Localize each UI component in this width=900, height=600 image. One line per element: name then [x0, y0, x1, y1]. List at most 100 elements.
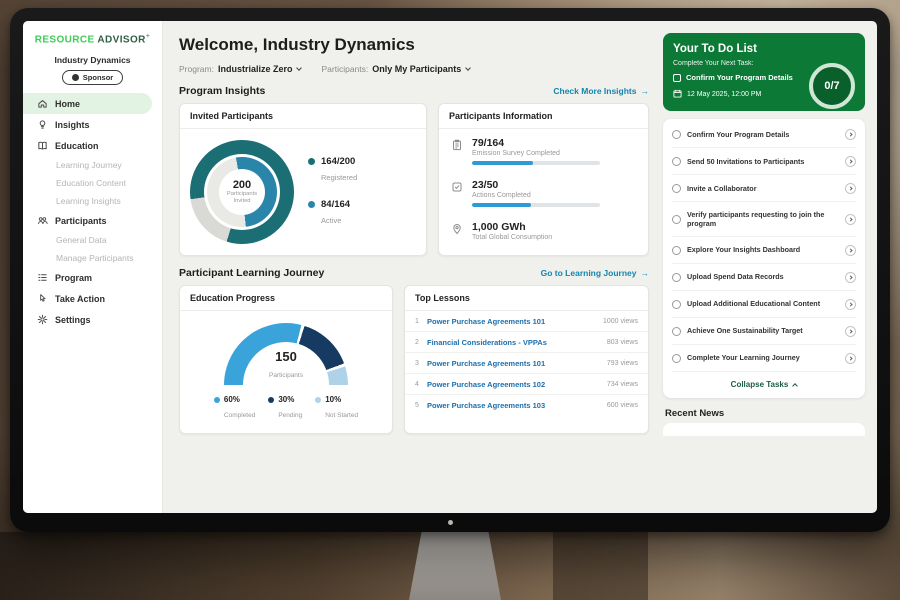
- lesson-link[interactable]: Power Purchase Agreements 101: [427, 359, 601, 368]
- sidebar-item-general-data[interactable]: General Data: [23, 231, 162, 249]
- legend-label: Not Started: [325, 412, 358, 419]
- collapse-tasks-link[interactable]: Collapse Tasks: [672, 372, 856, 398]
- card-title: Top Lessons: [405, 286, 648, 311]
- todo-task-row[interactable]: Confirm Your Program Details: [672, 121, 856, 148]
- nav-label: Take Action: [55, 294, 105, 304]
- sidebar-item-learning-insights[interactable]: Learning Insights: [23, 192, 162, 210]
- arrow-right-icon: →: [641, 86, 650, 96]
- nav-label: Education: [55, 141, 99, 151]
- page-title: Welcome, Industry Dynamics: [179, 35, 649, 55]
- todo-task-row[interactable]: Upload Additional Educational Content: [672, 291, 856, 318]
- lesson-views: 600 views: [607, 402, 638, 409]
- dashboard-screen: RESOURCE ADVISOR+ Industry Dynamics Spon…: [23, 21, 877, 513]
- todo-task-row[interactable]: Verify participants requesting to join t…: [672, 202, 856, 237]
- task-chevron-icon[interactable]: [845, 299, 856, 310]
- task-checkbox[interactable]: [672, 246, 681, 255]
- task-checkbox[interactable]: [672, 273, 681, 282]
- nav-label: Manage Participants: [56, 253, 134, 263]
- stat-value: 79/164: [472, 137, 600, 149]
- nav-label: Home: [55, 99, 80, 109]
- task-chevron-icon[interactable]: [845, 353, 856, 364]
- actions-progress-bar: [472, 203, 600, 207]
- power-led: [448, 520, 453, 525]
- lesson-link[interactable]: Power Purchase Agreements 101: [427, 317, 597, 326]
- task-checkbox[interactable]: [672, 184, 681, 193]
- donut-center-value: 200: [233, 179, 251, 191]
- check-more-insights-link[interactable]: Check More Insights →: [553, 86, 649, 96]
- progress-fill: [472, 203, 531, 207]
- todo-task-row[interactable]: Send 50 Invitations to Participants: [672, 148, 856, 175]
- lesson-rank: 3: [415, 360, 427, 367]
- sidebar-item-take-action[interactable]: Take Action: [23, 288, 162, 309]
- todo-task-row[interactable]: Upload Spend Data Records: [672, 264, 856, 291]
- nav-label: Education Content: [56, 178, 126, 188]
- sidebar-item-home[interactable]: Home: [23, 93, 152, 114]
- participants-filter-dropdown[interactable]: Participants: Only My Participants: [321, 64, 470, 74]
- task-checkbox[interactable]: [672, 215, 681, 224]
- sidebar-item-education-content[interactable]: Education Content: [23, 174, 162, 192]
- todo-task-row[interactable]: Complete Your Learning Journey: [672, 345, 856, 372]
- task-chevron-icon[interactable]: [845, 326, 856, 337]
- sidebar-item-insights[interactable]: Insights: [23, 114, 162, 135]
- nav-label: Learning Insights: [56, 196, 121, 206]
- invited-participants-donut-chart: 200 Participants Invited: [190, 140, 294, 244]
- stat-value: 23/50: [472, 179, 600, 191]
- todo-task-row[interactable]: Explore Your Insights Dashboard: [672, 237, 856, 264]
- program-filter-dropdown[interactable]: Program: Industrialize Zero: [179, 64, 301, 74]
- lesson-link[interactable]: Financial Considerations - VPPAs: [427, 338, 601, 347]
- task-checkbox[interactable]: [672, 157, 681, 166]
- next-task-row[interactable]: Confirm Your Program Details: [673, 73, 807, 82]
- todo-task-row[interactable]: Invite a Collaborator: [672, 175, 856, 202]
- lesson-views: 793 views: [607, 360, 638, 367]
- donut-center: 200 Participants Invited: [219, 169, 265, 215]
- todo-tasks-card: Confirm Your Program Details Send 50 Inv…: [663, 119, 865, 398]
- sidebar-item-settings[interactable]: Settings: [23, 309, 162, 330]
- survey-clipboard-icon: [451, 138, 463, 150]
- legend-dot: [315, 397, 321, 403]
- task-chevron-icon[interactable]: [845, 156, 856, 167]
- check-square-icon: [451, 180, 463, 192]
- task-chevron-icon[interactable]: [845, 214, 856, 225]
- sidebar: RESOURCE ADVISOR+ Industry Dynamics Spon…: [23, 21, 163, 513]
- legend-value: 10%: [325, 395, 358, 404]
- task-checkbox[interactable]: [672, 354, 681, 363]
- next-task-checkbox[interactable]: [673, 74, 681, 82]
- sidebar-item-program[interactable]: Program: [23, 267, 162, 288]
- sponsor-icon: [72, 74, 79, 81]
- task-checkbox[interactable]: [672, 300, 681, 309]
- link-label: Check More Insights: [553, 86, 636, 96]
- education-progress-gauge-chart: 150 Participants: [224, 323, 348, 386]
- legend-dot: [268, 397, 274, 403]
- task-chevron-icon[interactable]: [845, 272, 856, 283]
- lesson-link[interactable]: Power Purchase Agreements 102: [427, 380, 601, 389]
- legend-label: Pending: [278, 412, 302, 419]
- task-checkbox[interactable]: [672, 327, 681, 336]
- home-icon: [37, 98, 48, 109]
- task-chevron-icon[interactable]: [845, 245, 856, 256]
- sidebar-item-manage-participants[interactable]: Manage Participants: [23, 249, 162, 267]
- task-checkbox[interactable]: [672, 130, 681, 139]
- go-to-learning-journey-link[interactable]: Go to Learning Journey →: [541, 268, 649, 278]
- sidebar-item-learning-journey[interactable]: Learning Journey: [23, 156, 162, 174]
- nav-label: Participants: [55, 216, 107, 226]
- education-icon: [37, 140, 48, 151]
- legend-value: 84/164: [321, 199, 350, 210]
- participants-filter-label: Participants:: [321, 64, 368, 74]
- lesson-link[interactable]: Power Purchase Agreements 103: [427, 401, 601, 410]
- todo-task-list: Confirm Your Program Details Send 50 Inv…: [672, 121, 856, 372]
- legend-item-pending: 30% Pending: [268, 395, 302, 422]
- lesson-rank: 1: [415, 318, 427, 325]
- todo-task-row[interactable]: Achieve One Sustainability Target: [672, 318, 856, 345]
- participants-icon: [37, 215, 48, 226]
- recent-news-card: [663, 423, 865, 436]
- legend-item-registered: 164/200 Registered: [308, 156, 357, 185]
- legend-dot: [308, 201, 315, 208]
- task-label: Confirm Your Program Details: [687, 130, 839, 139]
- top-lessons-card: Top Lessons 1 Power Purchase Agreements …: [404, 285, 649, 434]
- sidebar-item-education[interactable]: Education: [23, 135, 162, 156]
- sidebar-item-participants[interactable]: Participants: [23, 210, 162, 231]
- task-chevron-icon[interactable]: [845, 183, 856, 194]
- task-chevron-icon[interactable]: [845, 129, 856, 140]
- todo-title: Your To Do List: [673, 43, 855, 55]
- lesson-rank: 2: [415, 339, 427, 346]
